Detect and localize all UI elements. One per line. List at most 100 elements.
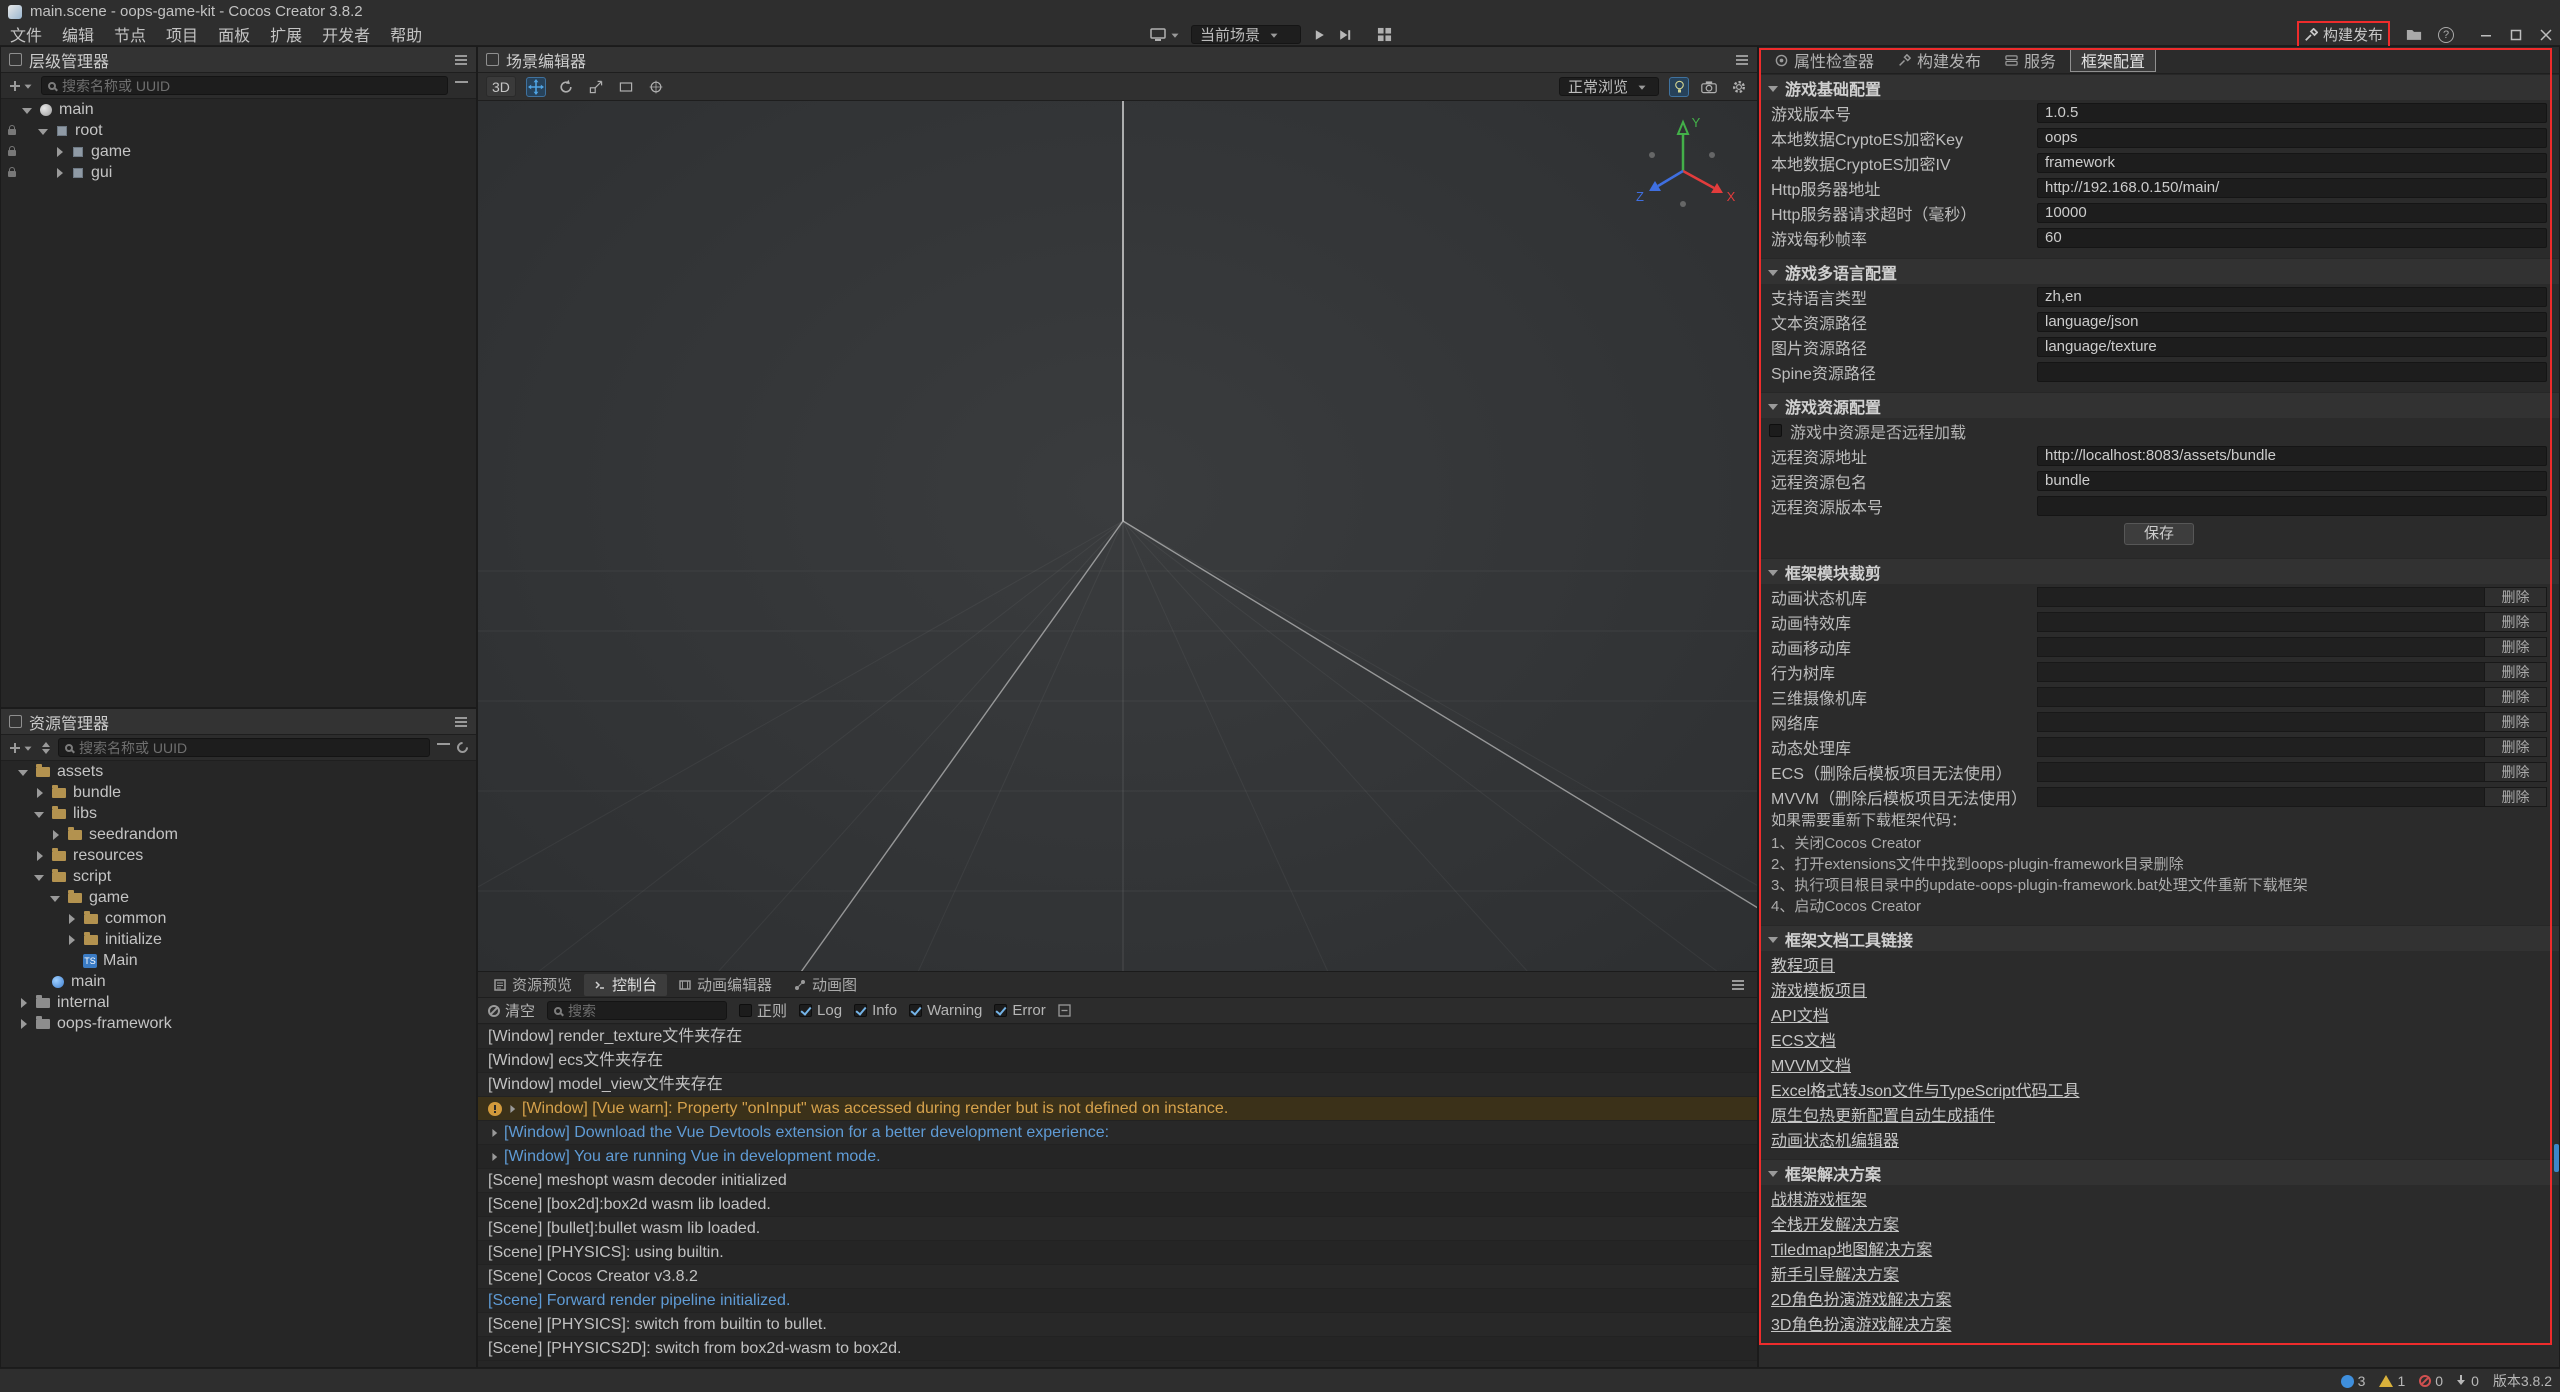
delete-button[interactable]: 删除 [2484,613,2546,631]
folder-shortcut-icon[interactable] [2406,28,2422,41]
lock-icon[interactable] [8,150,16,156]
collapse-caret[interactable] [49,892,61,904]
collapse-caret[interactable] [33,808,45,820]
delete-button[interactable]: 删除 [2484,713,2546,731]
delete-button[interactable]: 删除 [2484,588,2546,606]
expand-caret[interactable] [65,934,77,946]
help-icon[interactable]: ? [2438,27,2454,43]
solution-link-fullstack[interactable]: 全栈开发解决方案 [1771,1211,1899,1235]
asset-item-main-script[interactable]: TSMain [1,950,476,971]
expand-caret[interactable] [33,850,45,862]
filter-warning-checkbox[interactable]: Warning [909,1002,982,1019]
tab-asset-preview[interactable]: 资源预览 [484,974,582,996]
console-log-row[interactable]: [Scene] Forward render pipeline initiali… [478,1289,1757,1313]
delete-button[interactable]: 删除 [2484,638,2546,656]
remote-load-checkbox[interactable] [1769,424,1782,437]
hierarchy-node-main[interactable]: main [1,99,476,120]
tab-property-inspector[interactable]: 属性检查器 [1765,49,1884,72]
menu-file[interactable]: 文件 [0,23,52,45]
menu-extension[interactable]: 扩展 [260,23,312,45]
console-log-row[interactable]: [Window] Download the Vue Devtools exten… [478,1121,1757,1145]
expand-caret[interactable] [489,1152,499,1162]
console-search-input[interactable]: 搜索 [547,1001,727,1020]
expand-caret[interactable] [489,1128,499,1138]
close-button[interactable] [2540,29,2552,41]
console-log-row[interactable]: [Scene] Cocos Creator v3.8.2 [478,1265,1757,1289]
asset-item-initialize[interactable]: initialize [1,929,476,950]
console-warning-row[interactable]: [Window] [Vue warn]: Property "onInput" … [478,1097,1757,1121]
language-types-input[interactable]: zh,en [2037,287,2547,307]
tab-framework-config[interactable]: 框架配置 [2070,49,2156,72]
view-mode-select[interactable]: 正常浏览 [1559,77,1659,96]
menu-help[interactable]: 帮助 [380,23,432,45]
scrollbar-thumb[interactable] [2554,1144,2559,1172]
lock-icon[interactable] [8,171,16,177]
axis-gizmo[interactable]: Y X Z [1628,109,1738,219]
section-solutions[interactable]: 框架解决方案 [1759,1159,2559,1185]
console-log-row[interactable]: [Scene] [PHYSICS]: switch from builtin t… [478,1313,1757,1337]
remote-bundle-input[interactable]: bundle [2037,471,2547,491]
frame-rate-input[interactable]: 60 [2037,228,2547,248]
menu-developer[interactable]: 开发者 [312,23,380,45]
mode-3d-button[interactable]: 3D [486,76,516,97]
play-button[interactable] [1311,27,1327,43]
delete-button[interactable]: 删除 [2484,738,2546,756]
solution-link-2drpg[interactable]: 2D角色扮演游戏解决方案 [1771,1286,1951,1310]
filter-error-checkbox[interactable]: Error [994,1002,1045,1019]
asset-item-main-scene[interactable]: main [1,971,476,992]
expand-caret[interactable] [49,829,61,841]
panel-menu-icon[interactable] [1735,54,1749,66]
tab-console[interactable]: 控制台 [584,974,667,996]
warning-count-badge[interactable]: 1 [2379,1373,2405,1389]
expand-caret[interactable] [17,1018,29,1030]
text-path-input[interactable]: language/json [2037,312,2547,332]
rotate-tool-icon[interactable] [556,77,576,97]
console-log-row[interactable]: [Scene] [PHYSICS]: using builtin. [478,1241,1757,1265]
solution-link-chess[interactable]: 战棋游戏框架 [1771,1186,1867,1210]
asset-item-game[interactable]: game [1,887,476,908]
minimize-button[interactable] [2480,29,2492,41]
collapse-caret[interactable] [17,766,29,778]
tab-animation-graph[interactable]: 动画图 [784,974,867,996]
expand-caret[interactable] [507,1104,517,1114]
section-module-trim[interactable]: 框架模块裁剪 [1759,558,2559,584]
expand-caret[interactable] [17,997,29,1009]
expand-caret[interactable] [53,146,65,158]
doc-link-tutorial[interactable]: 教程项目 [1771,952,1835,976]
remote-version-input[interactable] [2037,496,2547,516]
tab-animation-editor[interactable]: 动画编辑器 [669,974,782,996]
delete-button[interactable]: 删除 [2484,788,2546,806]
asset-item-resources[interactable]: resources [1,845,476,866]
http-server-input[interactable]: http://192.168.0.150/main/ [2037,178,2547,198]
asset-item-seedrandom[interactable]: seedrandom [1,824,476,845]
scene-viewport[interactable]: Y X Z [478,101,1757,972]
delete-button[interactable]: 删除 [2484,688,2546,706]
doc-link-hotupdate-plugin[interactable]: 原生包热更新配置自动生成插件 [1771,1102,1995,1126]
expand-caret[interactable] [65,913,77,925]
filter-log-checkbox[interactable]: Log [799,1002,842,1019]
save-button[interactable]: 保存 [2124,523,2194,545]
panel-menu-icon[interactable] [1731,979,1745,991]
info-count-badge[interactable]: 3 [2341,1373,2366,1389]
console-collapse-icon[interactable] [1058,1004,1071,1017]
error-count-badge[interactable]: 0 [2419,1373,2443,1389]
doc-link-excel-tool[interactable]: Excel格式转Json文件与TypeScript代码工具 [1771,1077,2080,1101]
tab-build-publish[interactable]: 构建发布 [1888,49,1991,72]
remote-url-input[interactable]: http://localhost:8083/assets/bundle [2037,446,2547,466]
filter-icon[interactable] [455,80,468,91]
gear-icon[interactable] [1729,77,1749,97]
console-log-row[interactable]: [Scene] [bullet]:bullet wasm lib loaded. [478,1217,1757,1241]
console-log-row[interactable]: [Scene] [PHYSICS2D]: switch from box2d-w… [478,1337,1757,1361]
hierarchy-node-root[interactable]: root [1,120,476,141]
solution-link-3drpg[interactable]: 3D角色扮演游戏解决方案 [1771,1311,1951,1335]
asset-item-bundle[interactable]: bundle [1,782,476,803]
filter-icon[interactable] [437,742,450,753]
delete-button[interactable]: 删除 [2484,763,2546,781]
preview-target-icon[interactable] [1150,28,1181,42]
sort-icon[interactable] [41,742,51,754]
console-log-row[interactable]: [Scene] [box2d]:box2d wasm lib loaded. [478,1193,1757,1217]
pivot-tool-icon[interactable] [646,77,666,97]
panel-menu-icon[interactable] [454,54,468,66]
tab-service[interactable]: 服务 [1995,49,2066,72]
crypto-key-input[interactable]: oops [2037,128,2547,148]
